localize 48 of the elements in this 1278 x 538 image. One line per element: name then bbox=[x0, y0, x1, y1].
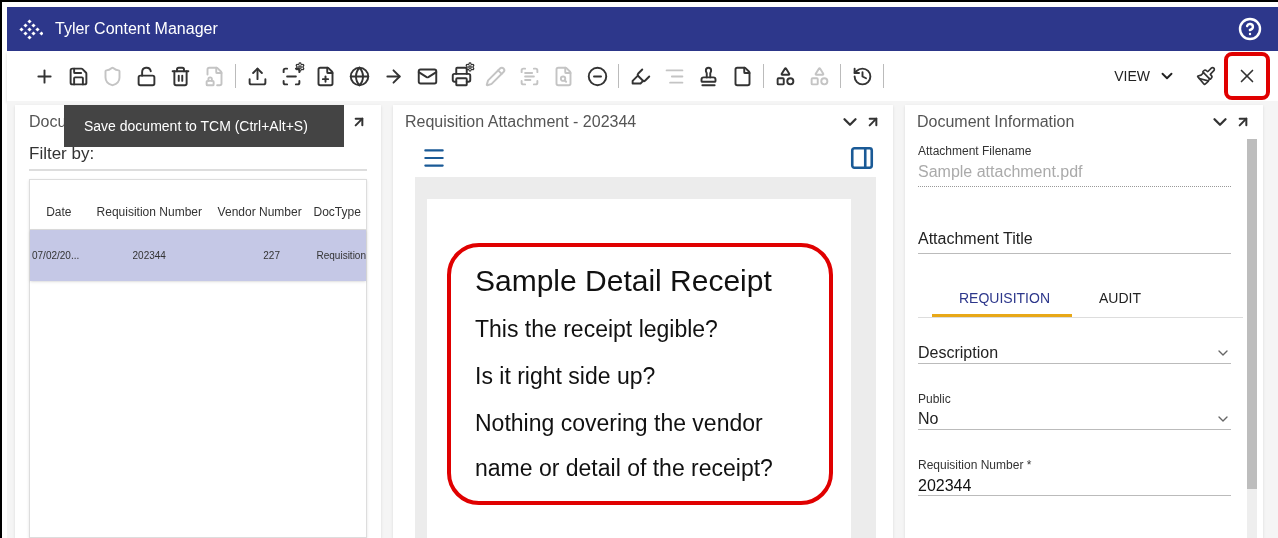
table-cell-text: 202344 bbox=[131, 248, 167, 263]
field-label: Attachment Filename bbox=[918, 143, 1033, 160]
column-header[interactable]: Date bbox=[30, 202, 88, 221]
view-menu[interactable]: VIEW bbox=[1114, 65, 1176, 87]
gear-icon bbox=[295, 62, 305, 72]
globe-icon bbox=[348, 65, 370, 87]
sidebar-toggle-icon[interactable] bbox=[849, 145, 875, 171]
scanner-icon bbox=[280, 65, 302, 87]
save-icon bbox=[67, 65, 89, 87]
table-cell-text: Requisition bbox=[315, 248, 366, 263]
trash-icon bbox=[169, 65, 191, 87]
receipt-heading: Sample Detail Receipt bbox=[475, 263, 773, 299]
minus-circle-icon bbox=[586, 65, 608, 87]
shapes-history-icon bbox=[808, 65, 830, 87]
column-header[interactable]: Requisition Number bbox=[87, 202, 211, 221]
tab[interactable]: AUDIT bbox=[1072, 282, 1168, 317]
gear-icon bbox=[465, 62, 475, 72]
pencil-icon bbox=[484, 65, 506, 87]
table-cell-text: 07/02/20... bbox=[31, 248, 81, 263]
field-label: Public bbox=[918, 391, 952, 408]
title-field[interactable]: Attachment Title bbox=[918, 227, 1231, 254]
panel-title: Document Information bbox=[917, 112, 1075, 132]
text-box-icon bbox=[518, 65, 540, 87]
receipt-line: This the receipt legible? bbox=[475, 315, 719, 344]
window-title: Tyler Content Manager bbox=[55, 19, 219, 39]
filename-field: Sample attachment.pdf bbox=[918, 160, 1231, 187]
shapes-icon bbox=[774, 65, 796, 87]
field-label: Requisition Number * bbox=[918, 457, 1033, 474]
tooltip: Save document to TCM (Ctrl+Alt+S) bbox=[64, 105, 344, 147]
dropdown-field[interactable]: No bbox=[918, 408, 1231, 430]
table-row[interactable]: 07/02/20... 202344 227 Requisition bbox=[30, 229, 366, 281]
help-icon[interactable] bbox=[1238, 17, 1262, 41]
panel-title: Requisition Attachment - 202344 bbox=[405, 112, 637, 132]
history-icon bbox=[851, 65, 873, 87]
upload-icon bbox=[246, 65, 268, 87]
brush-icon[interactable] bbox=[1196, 66, 1216, 86]
printer-icon bbox=[450, 65, 472, 87]
text-field[interactable]: 202344 bbox=[918, 474, 1231, 496]
dropdown-field[interactable]: Description bbox=[918, 342, 1231, 364]
receipt-line: Is it right side up? bbox=[475, 362, 657, 391]
tab[interactable]: REQUISITION bbox=[932, 282, 1072, 317]
logo-icon bbox=[19, 18, 43, 40]
receipt-line: Nothing covering the vendor name or detail of the receipt? bbox=[475, 409, 774, 483]
table-cell-text: 227 bbox=[262, 248, 281, 263]
column-header[interactable]: DocType bbox=[308, 202, 366, 221]
file-lock-icon bbox=[203, 65, 225, 87]
unlock-icon bbox=[135, 65, 157, 87]
column-header[interactable]: Vendor Number bbox=[210, 202, 309, 221]
